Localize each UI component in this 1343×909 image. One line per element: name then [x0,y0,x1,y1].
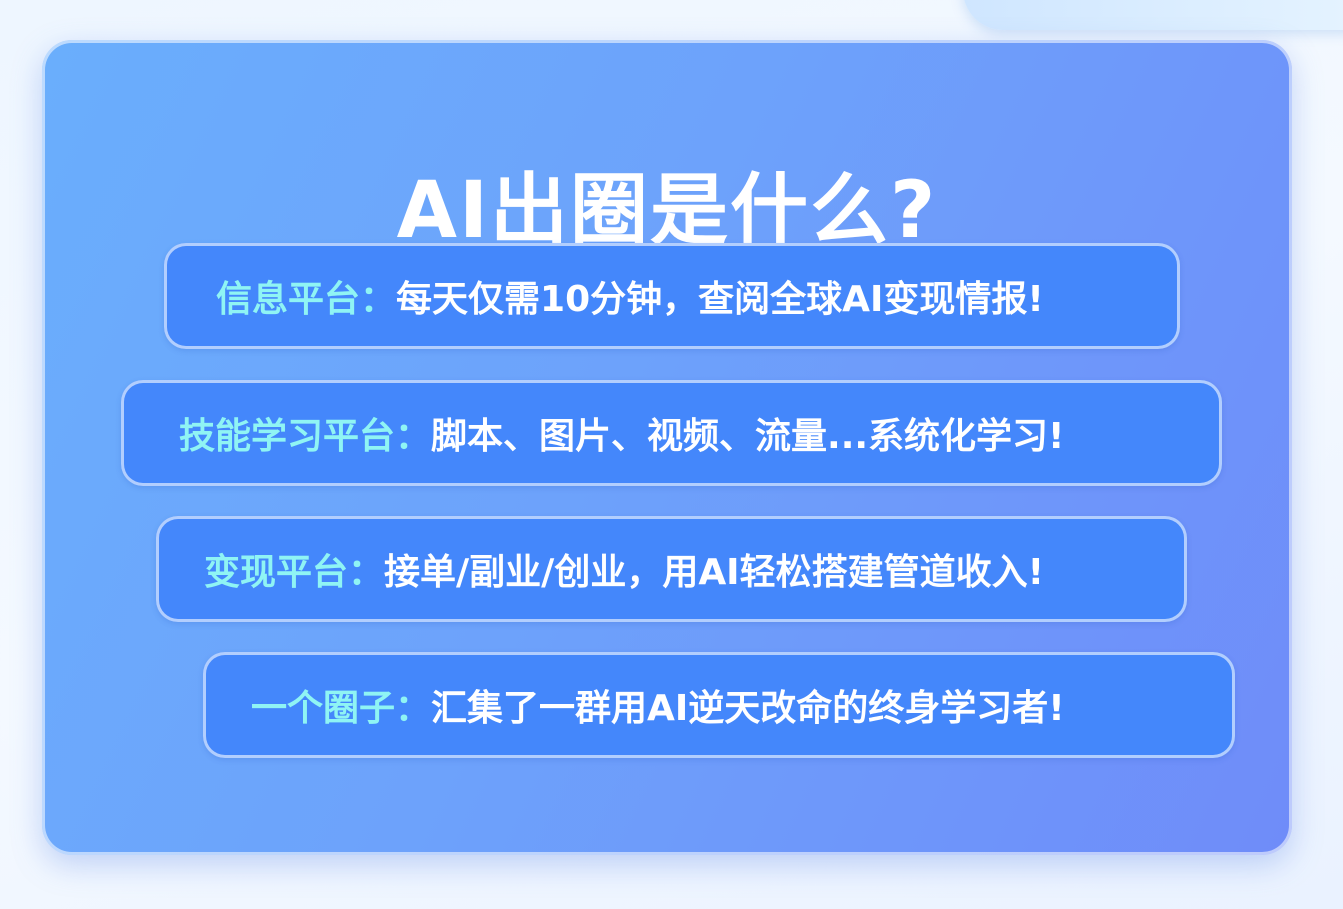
row-label: 一个圈子： [251,688,432,729]
row-text: 汇集了一群用AI逆天改命的终身学习者! [431,688,1065,729]
feature-row-info: 信息平台： 每天仅需10分钟，查阅全球AI变现情报! [164,243,1180,349]
feature-row-community: 一个圈子： 汇集了一群用AI逆天改命的终身学习者! [203,652,1235,758]
feature-row-monetize: 变现平台： 接单/副业/创业，用AI轻松搭建管道收入! [156,516,1187,622]
row-label: 信息平台： [216,279,397,320]
row-text: 每天仅需10分钟，查阅全球AI变现情报! [396,279,1044,320]
row-label: 变现平台： [204,552,385,593]
row-text: 脚本、图片、视频、流量...系统化学习! [431,416,1065,457]
decorative-shape [963,0,1343,30]
row-text: 接单/副业/创业，用AI轻松搭建管道收入! [384,552,1044,593]
row-label: 技能学习平台： [179,416,432,457]
feature-row-skills: 技能学习平台： 脚本、图片、视频、流量...系统化学习! [121,380,1222,486]
